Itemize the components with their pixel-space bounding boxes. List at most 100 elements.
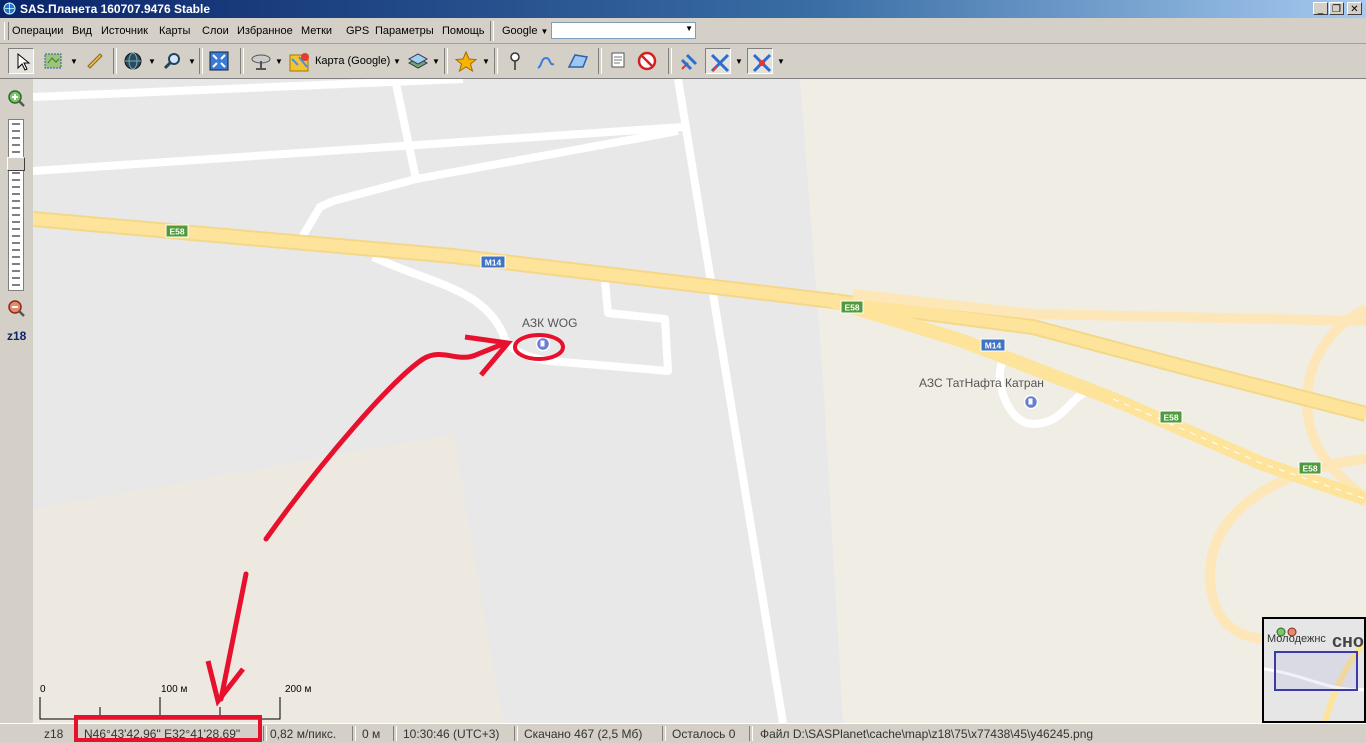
chevron-down-icon[interactable]: ▼ (188, 57, 196, 66)
title-bar: SAS.Планета 160707.9476 Stable _ ❐ ✕ (0, 0, 1366, 18)
zoom-out-icon[interactable] (6, 299, 26, 319)
chevron-down-icon[interactable]: ▼ (482, 57, 490, 66)
google-maps-icon (289, 53, 309, 72)
zoom-in-icon[interactable] (6, 89, 26, 109)
scale-label-0: 0 (40, 684, 46, 695)
svg-text:E58: E58 (1163, 413, 1178, 423)
status-divider (662, 726, 666, 741)
select-tool-button[interactable] (8, 48, 34, 74)
add-placemark-button[interactable] (502, 48, 528, 74)
zoom-slider-thumb[interactable] (7, 157, 25, 171)
layers-button[interactable] (404, 48, 430, 74)
pin-icon (510, 52, 520, 70)
search-provider-select[interactable]: Google ▼ (502, 25, 548, 37)
chevron-down-icon[interactable]: ▼ (393, 57, 401, 66)
road-shield-m14: M14 (980, 338, 1006, 352)
map-source-label[interactable]: Карта (Google) (315, 55, 390, 67)
globe-icon (124, 52, 142, 70)
menu-favorites[interactable]: Избранное (237, 25, 293, 37)
menu-layers[interactable]: Слои (202, 25, 229, 37)
scale-label-100: 100 м (161, 684, 187, 695)
menu-view[interactable]: Вид (72, 25, 92, 37)
placemarks-manager-button[interactable] (605, 48, 631, 74)
minimap[interactable]: Молодежнс сное (1262, 617, 1366, 723)
gps-track-icon (710, 53, 730, 73)
toolbar-separator (199, 48, 203, 74)
search-input[interactable]: ▼ (551, 22, 696, 39)
star-icon (455, 51, 477, 73)
menu-marks[interactable]: Метки (301, 25, 332, 37)
road-shield-e58: E58 (840, 300, 864, 314)
favorites-button[interactable] (452, 48, 478, 74)
poi-label-tatnafta: АЗС ТатНафта Катран (919, 376, 1044, 390)
menubar-separator (490, 21, 494, 41)
chevron-down-icon[interactable]: ▼ (685, 24, 693, 33)
toolbar-separator (113, 48, 117, 74)
magnifier-icon (163, 53, 180, 70)
toolbar-separator (240, 48, 244, 74)
chevron-down-icon[interactable]: ▼ (777, 57, 785, 66)
area-select-button[interactable] (40, 48, 66, 74)
fullscreen-button[interactable] (206, 48, 232, 74)
chevron-down-icon[interactable]: ▼ (735, 57, 743, 66)
toolbar: ▼ ▼ ▼ ▼ Карта (Google) ▼ ▼ ▼ ▼ ▼ (0, 44, 1366, 79)
zoom-ticks (12, 123, 20, 286)
menu-operations[interactable]: Операции (12, 25, 63, 37)
hide-placemarks-button[interactable] (634, 48, 660, 74)
add-polygon-button[interactable] (564, 48, 590, 74)
chevron-down-icon[interactable]: ▼ (148, 57, 156, 66)
chevron-down-icon[interactable]: ▼ (275, 57, 283, 66)
globe-button[interactable] (120, 48, 146, 74)
road-shield-e58: E58 (1298, 461, 1322, 475)
chevron-down-icon[interactable]: ▼ (432, 57, 440, 66)
map-source-button[interactable] (286, 48, 312, 74)
satellite-icon (251, 54, 271, 70)
ruler-tool-button[interactable] (82, 48, 108, 74)
svg-text:M14: M14 (485, 258, 502, 268)
minimap-town-label-2: сное (1332, 631, 1364, 651)
forbidden-icon (637, 51, 657, 71)
fuel-station-icon[interactable] (535, 336, 551, 352)
status-downloaded: Скачано 467 (2,5 Мб) (524, 727, 643, 741)
map-canvas[interactable]: E58 M14 E58 M14 E58 E58 АЗК WOG АЗС ТатН… (33, 79, 1366, 723)
toolbar-separator (668, 48, 672, 74)
road-shield-e58: E58 (165, 224, 189, 238)
svg-text:M14: M14 (985, 341, 1002, 351)
search-provider-label: Google (502, 25, 538, 37)
polygon-icon (567, 54, 589, 68)
zoom-tool-button[interactable] (160, 48, 186, 74)
svg-text:E58: E58 (844, 303, 859, 313)
chevron-down-icon[interactable]: ▼ (70, 57, 78, 66)
menu-help[interactable]: Помощь (442, 25, 485, 37)
satellite-button[interactable] (247, 48, 273, 74)
svg-text:E58: E58 (1302, 464, 1317, 474)
zoom-panel: z18 (0, 79, 34, 723)
zoom-slider[interactable] (8, 119, 24, 291)
fullscreen-icon (209, 51, 229, 71)
path-icon (537, 56, 555, 69)
add-path-button[interactable] (533, 48, 559, 74)
fuel-station-icon[interactable] (1023, 394, 1039, 410)
status-divider (749, 726, 753, 741)
restore-button[interactable]: ❐ (1329, 2, 1344, 15)
status-file-path: Файл D:\SASPlanet\cache\map\z18\75\x7743… (760, 727, 1094, 741)
gps-connect-button[interactable] (675, 48, 701, 74)
status-divider (263, 726, 267, 741)
close-button[interactable]: ✕ (1347, 2, 1362, 15)
menu-source[interactable]: Источник (101, 25, 148, 37)
road-shield-m14: M14 (480, 255, 506, 269)
gps-track-button[interactable] (705, 48, 731, 74)
menu-gps[interactable]: GPS (346, 25, 369, 37)
gps-center-button[interactable] (747, 48, 773, 74)
menubar-grip (4, 22, 9, 40)
status-divider (514, 726, 518, 741)
menu-maps[interactable]: Карты (159, 25, 190, 37)
placemarks-icon (611, 52, 625, 68)
minimap-viewport[interactable] (1274, 651, 1358, 691)
minimize-button[interactable]: _ (1313, 2, 1328, 15)
area-select-icon (44, 53, 62, 69)
menu-settings[interactable]: Параметры (375, 25, 434, 37)
chevron-down-icon: ▼ (540, 27, 549, 36)
map-view[interactable]: E58 M14 E58 M14 E58 E58 АЗК WOG АЗС ТатН… (33, 79, 1366, 723)
layers-icon (407, 53, 429, 69)
